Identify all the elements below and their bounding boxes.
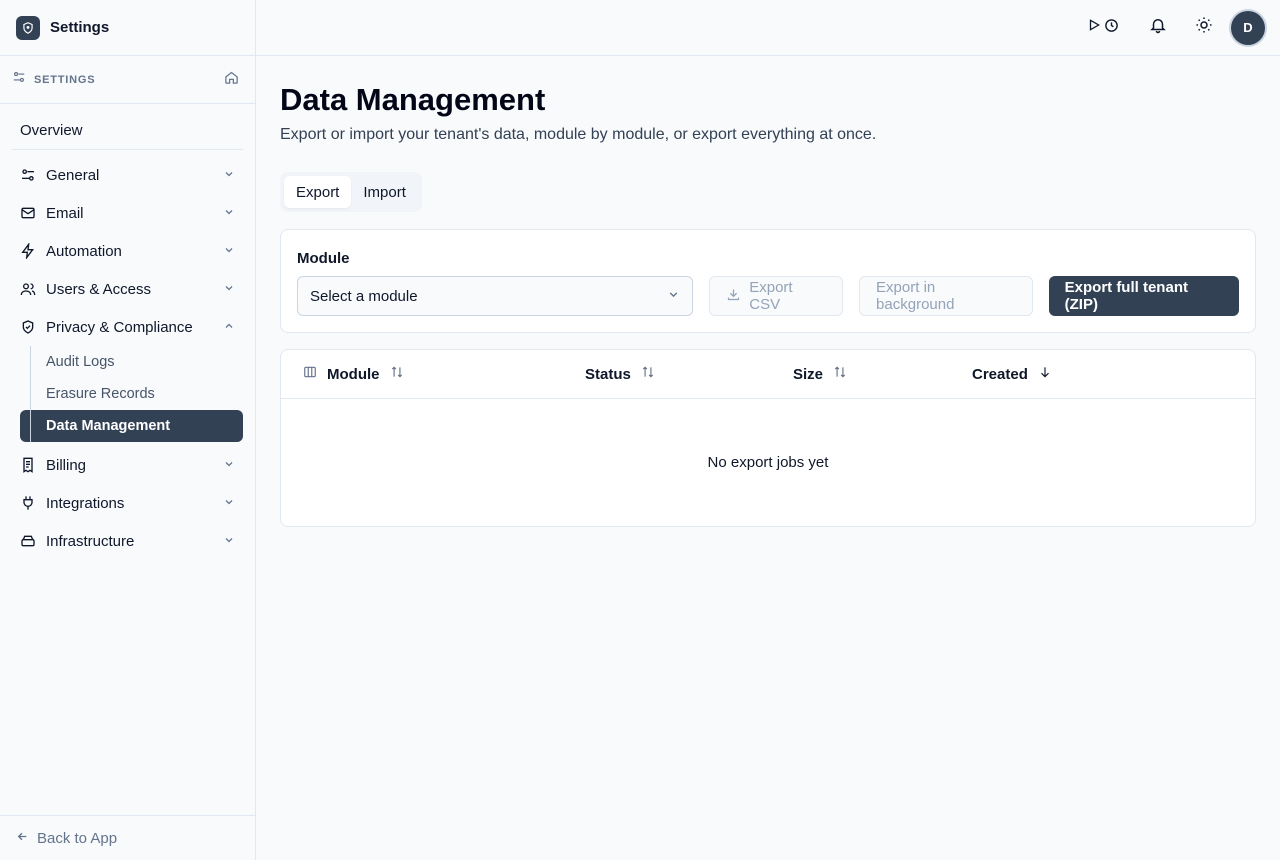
- sidebar-brand: Settings: [0, 0, 255, 56]
- bolt-icon: [20, 243, 36, 259]
- app-title: Settings: [50, 19, 110, 36]
- chevron-down-icon: [223, 281, 235, 298]
- back-label: Back to App: [37, 829, 118, 847]
- sidebar-item-integrations[interactable]: Integrations: [12, 484, 243, 522]
- bell-icon: [1149, 16, 1167, 39]
- notifications-button[interactable]: [1135, 10, 1181, 46]
- export-csv-button[interactable]: Export CSV: [709, 276, 844, 316]
- settings-section-header: SETTINGS: [0, 56, 255, 104]
- page-title: Data Management: [280, 82, 546, 117]
- column-label: Size: [793, 365, 824, 383]
- sidebar-item-overview[interactable]: Overview: [12, 112, 243, 150]
- sidebar-item-label: Email: [46, 204, 84, 222]
- mail-icon: [20, 205, 36, 221]
- sidebar-item-label: Privacy & Compliance: [46, 318, 193, 336]
- sidebar-subitem-erasure-records[interactable]: Erasure Records: [20, 378, 243, 410]
- back-to-app-link[interactable]: Back to App: [0, 815, 255, 860]
- sidebar-item-privacy-compliance[interactable]: Privacy & Compliance: [12, 308, 243, 346]
- sidebar-item-infrastructure[interactable]: Infrastructure: [12, 522, 243, 560]
- sidebar-subitem-audit-logs[interactable]: Audit Logs: [20, 346, 243, 378]
- tab-export[interactable]: Export: [284, 176, 352, 208]
- sort-desc-icon: [1038, 365, 1052, 383]
- play-schedule-button[interactable]: [1079, 10, 1127, 46]
- sun-icon: [1195, 16, 1213, 39]
- clock-icon: [1104, 18, 1119, 38]
- sidebar-item-automation[interactable]: Automation: [12, 232, 243, 270]
- sidebar-nav: Overview General Email Automation Users …: [0, 104, 255, 560]
- columns-icon[interactable]: [303, 365, 317, 383]
- sidebar-item-general[interactable]: General: [12, 156, 243, 194]
- download-icon: [726, 287, 741, 306]
- page-subtitle: Export or import your tenant's data, mod…: [280, 126, 877, 143]
- empty-state: No export jobs yet: [707, 454, 829, 471]
- play-icon: [1087, 18, 1101, 37]
- chevron-down-icon: [223, 457, 235, 474]
- content: Data Management Export or import your te…: [256, 56, 1280, 527]
- section-label: SETTINGS: [34, 73, 96, 86]
- server-icon: [20, 533, 36, 549]
- sidebar-item-email[interactable]: Email: [12, 194, 243, 232]
- sidebar-item-label: General: [46, 166, 100, 184]
- avatar[interactable]: D: [1231, 10, 1265, 45]
- export-card: Module Select a module Export CSV Export…: [280, 229, 1256, 333]
- sidebar-item-label: Billing: [46, 456, 87, 474]
- module-label: Module: [297, 250, 350, 267]
- users-icon: [20, 281, 36, 297]
- chevron-down-icon: [223, 243, 235, 260]
- sidebar-item-label: Users & Access: [46, 280, 152, 298]
- sliders-icon: [12, 70, 26, 89]
- chevron-up-icon: [223, 319, 235, 336]
- sidebar-item-label: Infrastructure: [46, 532, 135, 550]
- column-label: Created: [972, 365, 1028, 383]
- table-header: Module Status Size Created: [281, 350, 1255, 399]
- chevron-down-icon: [223, 533, 235, 550]
- column-label: Status: [585, 365, 631, 383]
- main-area: D Data Management Export or import your …: [256, 0, 1280, 860]
- sort-icon: [390, 365, 404, 383]
- chevron-down-icon: [223, 495, 235, 512]
- chevron-down-icon: [667, 288, 680, 305]
- sidebar-item-label: Automation: [46, 242, 122, 260]
- chevron-down-icon: [223, 167, 235, 184]
- sort-icon: [833, 365, 847, 383]
- column-header-created[interactable]: Created: [972, 365, 1052, 383]
- arrow-left-icon: [16, 830, 29, 847]
- plug-icon: [20, 495, 36, 511]
- module-select-value: Select a module: [310, 287, 418, 305]
- app-root: Settings SETTINGS Overview General Email…: [0, 0, 1280, 860]
- column-label: Module: [327, 365, 380, 383]
- home-icon[interactable]: [224, 70, 239, 90]
- sidebar-item-users-access[interactable]: Users & Access: [12, 270, 243, 308]
- shield-logo-icon: [16, 15, 40, 40]
- export-full-tenant-button[interactable]: Export full tenant (ZIP): [1048, 276, 1239, 316]
- module-select[interactable]: Select a module: [297, 276, 694, 316]
- export-background-button[interactable]: Export in background: [859, 276, 1033, 316]
- chevron-down-icon: [223, 205, 235, 222]
- export-jobs-table: Module Status Size Created No export job…: [280, 349, 1256, 527]
- sidebar-item-label: Integrations: [46, 494, 125, 512]
- export-csv-label: Export CSV: [749, 279, 793, 313]
- sidebar-item-billing[interactable]: Billing: [12, 446, 243, 484]
- shield-check-icon: [20, 319, 36, 335]
- sidebar-subitem-data-management[interactable]: Data Management: [20, 410, 243, 442]
- tab-import[interactable]: Import: [351, 176, 418, 208]
- privacy-subnav: Audit Logs Erasure Records Data Manageme…: [20, 346, 243, 442]
- column-header-size[interactable]: Size: [793, 365, 972, 383]
- sliders-icon: [20, 167, 36, 183]
- column-header-status[interactable]: Status: [585, 365, 793, 383]
- theme-toggle-button[interactable]: [1181, 10, 1227, 46]
- topbar: D: [256, 0, 1280, 56]
- receipt-icon: [20, 457, 36, 473]
- sort-icon: [641, 365, 655, 383]
- tabs: Export Import: [280, 172, 422, 212]
- sidebar: Settings SETTINGS Overview General Email…: [0, 0, 256, 860]
- column-header-module[interactable]: Module: [281, 365, 585, 383]
